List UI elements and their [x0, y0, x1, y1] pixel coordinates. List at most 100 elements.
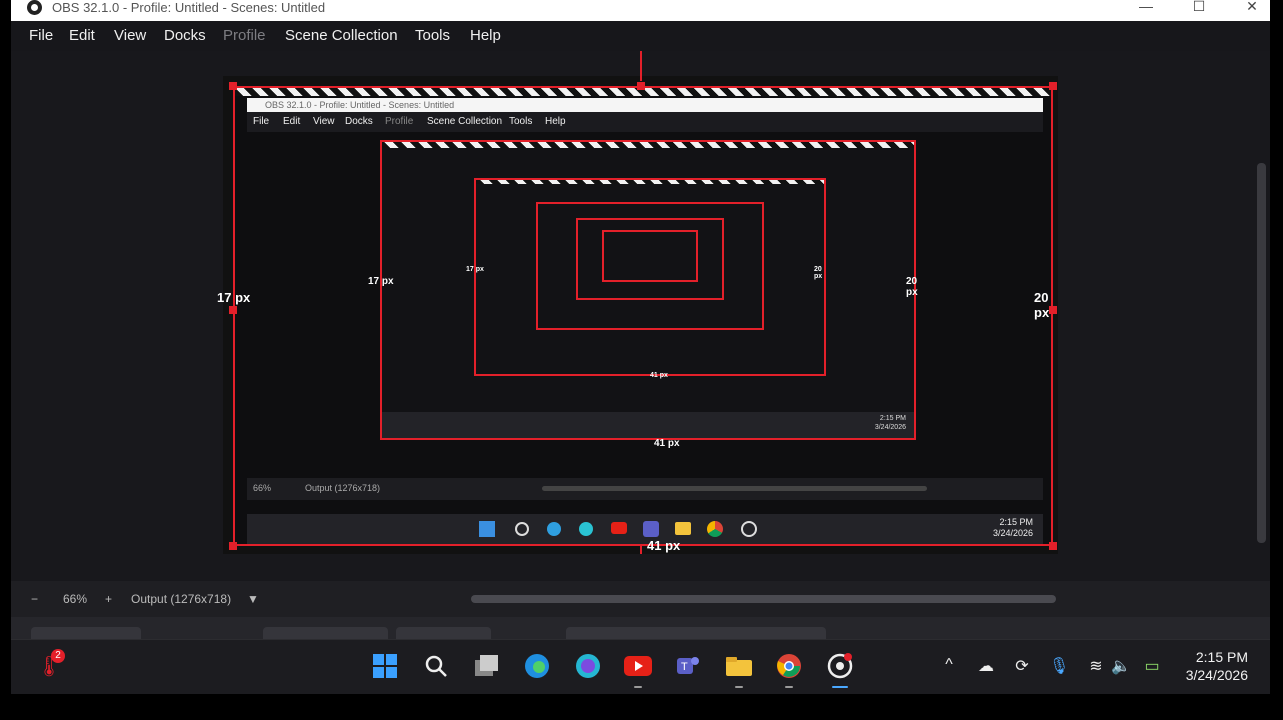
- preview-canvas[interactable]: OBS 32.1.0 - Profile: Untitled - Scenes:…: [217, 51, 1058, 554]
- sync-icon[interactable]: ⟳: [1012, 656, 1032, 676]
- preview-vertical-scrollbar[interactable]: [1257, 163, 1266, 543]
- nested-youtube-icon: [611, 522, 627, 534]
- clock-time: 2:15 PM: [1195, 649, 1248, 665]
- preview-controls-bar: − 66% + Output (1276x718) ▼: [11, 585, 1270, 615]
- preview-horizontal-scrollbar[interactable]: [471, 595, 1056, 603]
- nested-obs-icon: [741, 521, 757, 537]
- nested-controls-bar: 66% Output (1276x718): [247, 478, 1043, 500]
- nested-scrollbar: [542, 486, 927, 491]
- task-view-icon[interactable]: [473, 652, 501, 680]
- nested-chrome-icon: [707, 521, 723, 537]
- notification-badge: 2: [51, 649, 65, 663]
- nested-menu-tools: Tools: [509, 116, 533, 127]
- explorer-running-indicator: [735, 686, 743, 688]
- chrome-icon[interactable]: [775, 652, 803, 680]
- battery-icon[interactable]: ▭: [1142, 656, 1162, 676]
- menu-docks[interactable]: Docks: [164, 27, 206, 44]
- wifi-icon[interactable]: ≋: [1086, 656, 1106, 676]
- output-selector[interactable]: Output (1276x718): [131, 592, 231, 606]
- resize-handle-bottom-right[interactable]: [1049, 542, 1057, 550]
- menu-profile[interactable]: Profile: [223, 27, 266, 44]
- window-title: OBS 32.1.0 - Profile: Untitled - Scenes:…: [52, 0, 326, 15]
- nested-title-bar: OBS 32.1.0 - Profile: Untitled - Scenes:…: [247, 98, 1043, 112]
- onedrive-icon[interactable]: ☁: [976, 656, 996, 676]
- resize-handle-top-left[interactable]: [229, 82, 237, 90]
- windows-taskbar: 🌡 2 T ^ ☁ ⟳ 🎙 ≋ 🔈 ▭ 2:15 PM 3/24/2026: [11, 639, 1270, 694]
- selected-source-frame[interactable]: OBS 32.1.0 - Profile: Untitled - Scenes:…: [233, 86, 1053, 546]
- menu-bar: File Edit View Docks Profile Scene Colle…: [11, 21, 1270, 51]
- resize-handle-bottom-left[interactable]: [229, 542, 237, 550]
- nested-menu-edit: Edit: [283, 116, 301, 127]
- resize-handle-top[interactable]: [637, 82, 645, 90]
- tray-chevron-up-icon[interactable]: ^: [939, 656, 959, 676]
- microphone-icon[interactable]: 🎙: [1049, 656, 1069, 676]
- nested-start-icon: [479, 521, 495, 537]
- obs-active-indicator: [832, 686, 848, 688]
- obs-icon[interactable]: [826, 652, 854, 680]
- nested-frame-1: 17 px 20 px 41 px 2:15 PM 3/24/2026 17 p…: [368, 140, 918, 449]
- nested-1-left-label: 17 px: [368, 276, 394, 287]
- output-dropdown-icon[interactable]: ▼: [247, 592, 259, 606]
- nested-menu-docks: Docks: [345, 116, 373, 127]
- nested-menu-view: View: [313, 116, 335, 127]
- nested-1-bottom-label: 41 px: [654, 438, 680, 449]
- menu-tools[interactable]: Tools: [415, 27, 450, 44]
- nested-menu-file: File: [253, 116, 270, 127]
- nested-frame-4: [576, 218, 724, 300]
- nested-teams-icon: [643, 521, 659, 537]
- menu-scene-collection[interactable]: Scene Collection: [285, 27, 398, 44]
- menu-file[interactable]: File: [29, 27, 53, 44]
- nested-2-right-label: 20 px: [814, 266, 823, 280]
- nested-hatch-2: [476, 180, 824, 184]
- windows-start-icon[interactable]: [371, 652, 399, 680]
- nested-outer-date: 3/24/2026: [993, 528, 1034, 538]
- bottom-snap-guide: [640, 546, 642, 554]
- clock-date: 3/24/2026: [1185, 667, 1248, 683]
- nested-frame-2: 17 px 20 px 41 px: [466, 178, 826, 379]
- menu-help[interactable]: Help: [470, 27, 501, 44]
- system-clock[interactable]: 2:15 PM 3/24/2026: [1186, 648, 1248, 684]
- nested-date: 3/24/2026: [874, 424, 906, 431]
- zoom-level: 66%: [63, 592, 88, 606]
- nested-output-label: Output (1276x718): [305, 483, 381, 493]
- top-snap-guide: [640, 51, 642, 81]
- nested-frame-3: [536, 202, 764, 330]
- zoom-out-button[interactable]: −: [31, 592, 38, 606]
- search-icon[interactable]: [422, 652, 450, 680]
- teams-icon[interactable]: T: [674, 652, 702, 680]
- nested-hatch-1: [382, 142, 914, 148]
- resize-handle-left[interactable]: [229, 306, 237, 314]
- nested-time: 2:15 PM: [879, 415, 906, 422]
- chrome-running-indicator: [785, 686, 793, 688]
- volume-icon[interactable]: 🔈: [1111, 656, 1131, 676]
- nested-canva-icon: [579, 522, 593, 536]
- nested-zoom-level: 66%: [253, 483, 272, 493]
- nested-edge-icon: [547, 522, 561, 536]
- edge-icon[interactable]: [523, 652, 551, 680]
- nested-menu-bar: File Edit View Docks Profile Scene Colle…: [247, 112, 1043, 132]
- canva-icon[interactable]: [574, 652, 602, 680]
- nested-1-right-label: 20 px: [906, 276, 918, 298]
- nested-frame-5: [602, 230, 698, 282]
- preview-area[interactable]: OBS 32.1.0 - Profile: Untitled - Scenes:…: [11, 51, 1270, 581]
- minimize-button[interactable]: —: [1126, 0, 1166, 18]
- left-margin-label: 17 px: [217, 290, 251, 305]
- nested-menu-profile: Profile: [385, 116, 414, 127]
- nested-search-icon: [515, 522, 529, 536]
- nested-outer-time: 2:15 PM: [999, 517, 1034, 527]
- menu-view[interactable]: View: [114, 27, 146, 44]
- menu-edit[interactable]: Edit: [69, 27, 95, 44]
- youtube-icon[interactable]: [624, 652, 652, 680]
- nested-menu-help: Help: [545, 116, 566, 127]
- title-bar: OBS 32.1.0 - Profile: Untitled - Scenes:…: [11, 0, 1270, 21]
- close-button[interactable]: ✕: [1232, 0, 1270, 18]
- nested-2-bottom-label: 41 px: [650, 372, 668, 379]
- file-explorer-icon[interactable]: [725, 652, 753, 680]
- maximize-button[interactable]: ☐: [1179, 0, 1219, 18]
- obs-logo-icon: [27, 0, 42, 15]
- youtube-running-indicator: [634, 686, 642, 688]
- zoom-in-button[interactable]: +: [105, 592, 112, 606]
- resize-handle-top-right[interactable]: [1049, 82, 1057, 90]
- nested-2-left-label: 17 px: [466, 266, 484, 273]
- nested-explorer-icon: [675, 522, 691, 535]
